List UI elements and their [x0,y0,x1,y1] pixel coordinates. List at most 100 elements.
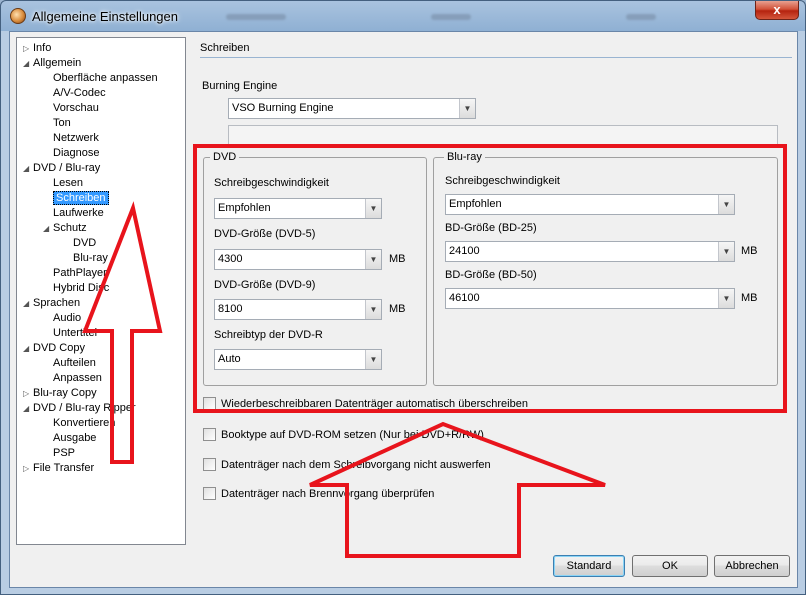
tree-item-psp[interactable]: PSP [43,446,75,461]
tree-item-vorschau[interactable]: Vorschau [43,101,99,116]
tree-item-label: Schreiben [53,191,109,205]
chevron-down-icon[interactable]: ▼ [365,250,381,269]
tree-item-label: DVD / Blu-ray Ripper [33,402,136,414]
tree-item-schutz[interactable]: ◢ Schutz [43,221,87,236]
collapse-icon[interactable]: ◢ [23,56,33,71]
tree-item-sprachen[interactable]: ◢ Sprachen [23,296,80,311]
collapse-icon[interactable]: ◢ [23,401,33,416]
chevron-down-icon[interactable]: ▼ [365,350,381,369]
tree-item-allgemein[interactable]: ◢ Allgemein [23,56,81,71]
tree-item-info[interactable]: ▷ Info [23,41,51,56]
tree-item-laufwerke[interactable]: Laufwerke [43,206,104,221]
tree-item-dvd-blu-ray-ripper[interactable]: ◢ DVD / Blu-ray Ripper [23,401,136,416]
bd50-size-input[interactable]: 46100 ▼ [445,288,735,309]
tree-item-dvd[interactable]: DVD [63,236,96,251]
close-button[interactable]: x [755,1,799,20]
tree-item-dvd-blu-ray[interactable]: ◢ DVD / Blu-ray [23,161,100,176]
window-title: Allgemeine Einstellungen [32,9,178,24]
dvd-speed-select[interactable]: Empfohlen ▼ [214,198,382,219]
bd25-size-input[interactable]: 24100 ▼ [445,241,735,262]
chevron-down-icon[interactable]: ▼ [718,195,734,214]
dvdr-type-select[interactable]: Auto ▼ [214,349,382,370]
standard-button[interactable]: Standard [553,555,625,577]
tree-item-hybrid-disc[interactable]: Hybrid Disc [43,281,109,296]
title-bar[interactable]: Allgemeine Einstellungen x [1,1,805,31]
dvd5-size-value: 4300 [218,253,243,265]
tree-item-untertitel[interactable]: Untertitel [43,326,97,341]
chevron-down-icon[interactable]: ▼ [365,300,381,319]
no-eject-checkbox[interactable]: Datenträger nach dem Schreibvorgang nich… [203,457,491,472]
bluray-speed-label: Schreibgeschwindigkeit [445,175,560,187]
tree-item-label: A/V-Codec [53,87,106,99]
tree-item-ton[interactable]: Ton [43,116,71,131]
tree-item-netzwerk[interactable]: Netzwerk [43,131,99,146]
dvd-speed-label: Schreibgeschwindigkeit [214,177,329,189]
bd50-unit: MB [741,292,758,304]
tree-item-label: Netzwerk [53,132,99,144]
dvd-group-caption: DVD [210,151,240,163]
settings-tree[interactable]: ▷ Info ◢ Allgemein Oberfläche anpassen A/V-Co… [16,37,186,545]
overwrite-rewritable-checkbox[interactable]: Wiederbeschreibbaren Datenträger automat… [203,396,528,411]
checkbox-box[interactable] [203,397,216,410]
tree-item-dvd-copy[interactable]: ◢ DVD Copy [23,341,85,356]
bd25-unit: MB [741,245,758,257]
dvdr-type-label: Schreibtyp der DVD-R [214,329,323,341]
checkbox-label: Datenträger nach Brennvorgang überprüfen [221,487,435,500]
expand-icon[interactable]: ▷ [23,41,33,56]
tree-item-label: Hybrid Disc [53,282,110,294]
tree-item-pathplayer[interactable]: PathPlayer [43,266,107,281]
burning-engine-label: Burning Engine [202,80,278,92]
verify-after-burn-checkbox[interactable]: Datenträger nach Brennvorgang überprüfen [203,486,434,501]
bd50-size-value: 46100 [449,292,480,304]
chevron-down-icon[interactable]: ▼ [459,99,475,118]
bd25-size-value: 24100 [449,245,480,257]
blurred-background [431,14,471,20]
expand-icon[interactable]: ▷ [23,461,33,476]
tree-item-file-transfer[interactable]: ▷ File Transfer [23,461,94,476]
bluray-speed-select[interactable]: Empfohlen ▼ [445,194,735,215]
expand-icon[interactable]: ▷ [23,386,33,401]
tree-item-lesen[interactable]: Lesen [43,176,83,191]
collapse-icon[interactable]: ◢ [23,161,33,176]
tree-item-label: DVD Copy [33,342,85,354]
dvd9-size-input[interactable]: 8100 ▼ [214,299,382,320]
tree-item-blu-ray-copy[interactable]: ▷ Blu-ray Copy [23,386,97,401]
tree-item-aufteilen[interactable]: Aufteilen [43,356,96,371]
settings-window: Allgemeine Einstellungen x ▷ Info ◢ Allgeme… [0,0,806,595]
checkbox-label: Datenträger nach dem Schreibvorgang nich… [221,458,491,471]
tree-item-blu-ray[interactable]: Blu-ray [63,251,108,266]
collapse-icon[interactable]: ◢ [23,296,33,311]
dvd9-unit: MB [389,303,406,315]
tree-item-label: Sprachen [33,297,81,309]
booktype-checkbox[interactable]: Booktype auf DVD-ROM setzen (Nur bei DVD… [203,427,484,442]
chevron-down-icon[interactable]: ▼ [718,289,734,308]
checkbox-box[interactable] [203,458,216,471]
tree-item-diagnose[interactable]: Diagnose [43,146,99,161]
ok-button[interactable]: OK [632,555,708,577]
collapse-icon[interactable]: ◢ [43,221,53,236]
dvd9-size-label: DVD-Größe (DVD-9) [214,279,316,291]
blurred-background [226,14,286,20]
tree-item-konvertieren[interactable]: Konvertieren [43,416,115,431]
tree-item-label: Untertitel [53,327,98,339]
chevron-down-icon[interactable]: ▼ [718,242,734,261]
checkbox-box[interactable] [203,487,216,500]
tree-item-anpassen[interactable]: Anpassen [43,371,102,386]
tree-item-a-v-codec[interactable]: A/V-Codec [43,86,106,101]
dvd5-size-input[interactable]: 4300 ▼ [214,249,382,270]
section-title: Schreiben [200,42,250,54]
tree-item-label: DVD / Blu-ray [33,162,101,174]
collapse-icon[interactable]: ◢ [23,341,33,356]
tree-item-ausgabe[interactable]: Ausgabe [43,431,96,446]
tree-item-label: PathPlayer [53,267,107,279]
burning-engine-select[interactable]: VSO Burning Engine ▼ [228,98,476,119]
checkbox-box[interactable] [203,428,216,441]
dvd5-size-label: DVD-Größe (DVD-5) [214,228,316,240]
tree-item-schreiben[interactable]: Schreiben [43,191,109,206]
tree-item-oberfläche-anpassen[interactable]: Oberfläche anpassen [43,71,158,86]
tree-item-label: Info [33,42,52,54]
tree-item-audio[interactable]: Audio [43,311,81,326]
section-divider [200,57,792,58]
chevron-down-icon[interactable]: ▼ [365,199,381,218]
cancel-button[interactable]: Abbrechen [714,555,790,577]
